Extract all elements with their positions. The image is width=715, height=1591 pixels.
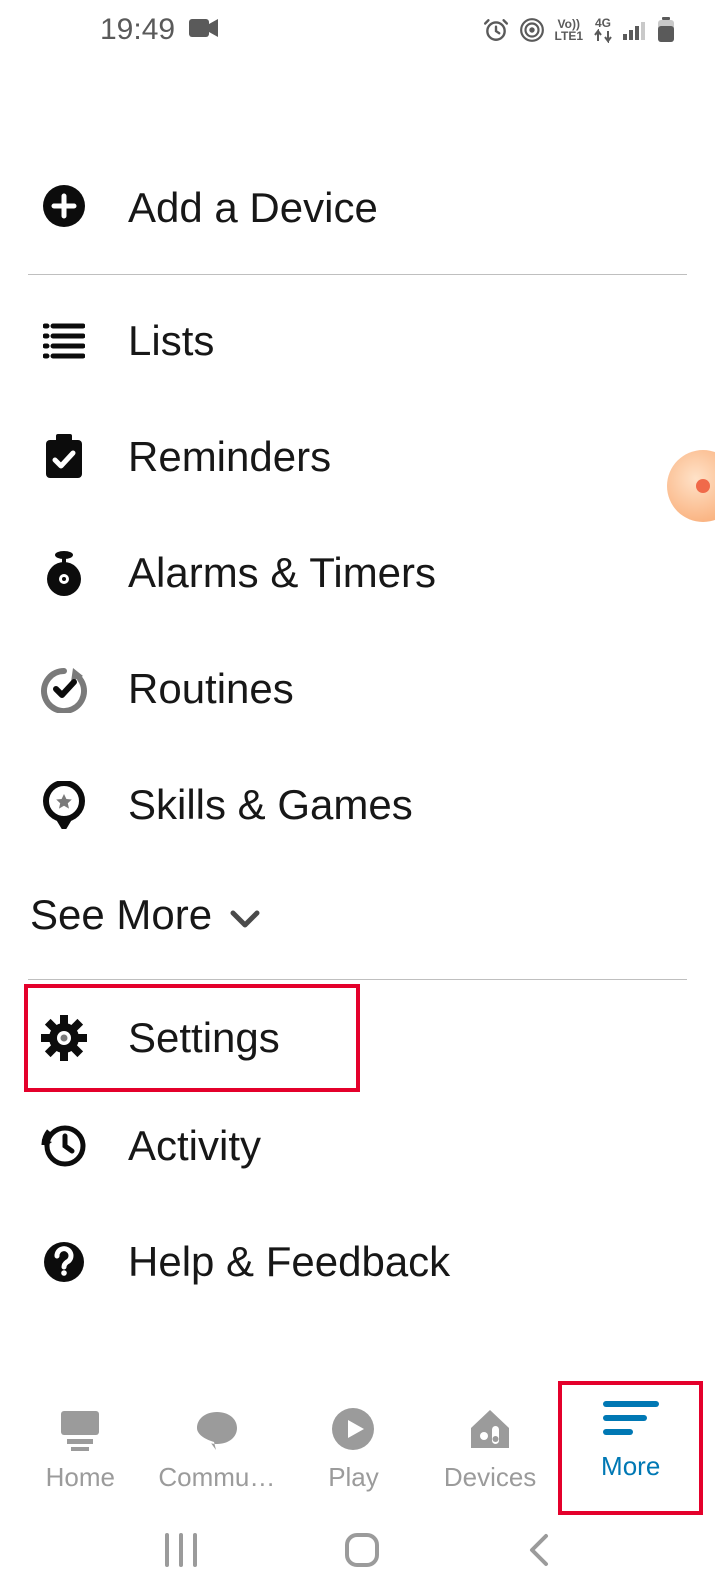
routines-item[interactable]: Routines (28, 631, 687, 747)
reminders-icon (40, 434, 88, 480)
tab-play[interactable]: Play (285, 1404, 422, 1493)
see-more-label: See More (30, 891, 212, 939)
divider (28, 979, 687, 980)
tab-play-label: Play (328, 1462, 379, 1493)
sys-back-button[interactable] (526, 1532, 552, 1568)
gear-icon (40, 1015, 88, 1061)
help-label: Help & Feedback (128, 1238, 450, 1286)
divider (28, 274, 687, 275)
lists-item[interactable]: Lists (28, 283, 687, 399)
activity-label: Activity (128, 1122, 261, 1170)
settings-label: Settings (128, 1014, 280, 1062)
reminders-item[interactable]: Reminders (28, 399, 687, 515)
add-device-label: Add a Device (128, 184, 378, 232)
lists-label: Lists (128, 317, 214, 365)
routines-icon (40, 665, 88, 713)
play-icon (330, 1404, 376, 1454)
signal-icon (623, 20, 647, 40)
chat-icon (194, 1404, 240, 1454)
tab-devices[interactable]: Devices (422, 1404, 559, 1493)
battery-icon (657, 17, 675, 43)
status-right: Vo)) LTE1 4G (483, 17, 675, 43)
hotspot-icon (519, 17, 545, 43)
lists-icon (40, 322, 88, 360)
tab-more[interactable]: More (558, 1381, 703, 1515)
home-icon (57, 1404, 103, 1454)
settings-item[interactable]: Settings (24, 984, 360, 1092)
tab-communicate[interactable]: Commu… (149, 1404, 286, 1493)
skills-item[interactable]: Skills & Games (28, 747, 687, 863)
skills-label: Skills & Games (128, 781, 413, 829)
status-bar: 19:49 Vo)) LTE1 4G (0, 0, 715, 60)
camera-icon (189, 13, 219, 47)
tab-more-label: More (601, 1451, 660, 1482)
routines-label: Routines (128, 665, 294, 713)
volte-indicator: Vo)) LTE1 (555, 18, 583, 42)
more-icon (602, 1393, 660, 1443)
sys-recents-button[interactable] (163, 1533, 199, 1567)
system-nav-bar (0, 1509, 715, 1591)
activity-icon (40, 1123, 88, 1169)
tab-communicate-label: Commu… (158, 1462, 275, 1493)
skills-icon (40, 781, 88, 829)
devices-icon (467, 1404, 513, 1454)
alarms-item[interactable]: Alarms & Timers (28, 515, 687, 631)
see-more-toggle[interactable]: See More (28, 863, 687, 971)
activity-item[interactable]: Activity (28, 1088, 687, 1204)
help-icon (40, 1240, 88, 1284)
add-device-item[interactable]: Add a Device (28, 150, 687, 266)
alarms-label: Alarms & Timers (128, 549, 436, 597)
status-time: 19:49 (100, 13, 175, 47)
more-menu-content: Add a Device Lists Reminders Alarms & Ti… (0, 60, 715, 1320)
sys-home-button[interactable] (344, 1532, 380, 1568)
help-item[interactable]: Help & Feedback (28, 1204, 687, 1320)
add-device-icon (40, 184, 88, 232)
alarms-icon (40, 549, 88, 597)
status-left: 19:49 (100, 13, 219, 47)
bottom-tab-bar: Home Commu… Play Devices More (0, 1387, 715, 1509)
tab-home[interactable]: Home (12, 1404, 149, 1493)
tab-home-label: Home (46, 1462, 115, 1493)
tab-devices-label: Devices (444, 1462, 536, 1493)
chevron-down-icon (230, 891, 260, 939)
alarm-icon (483, 17, 509, 43)
network-indicator: 4G (593, 17, 613, 43)
reminders-label: Reminders (128, 433, 331, 481)
